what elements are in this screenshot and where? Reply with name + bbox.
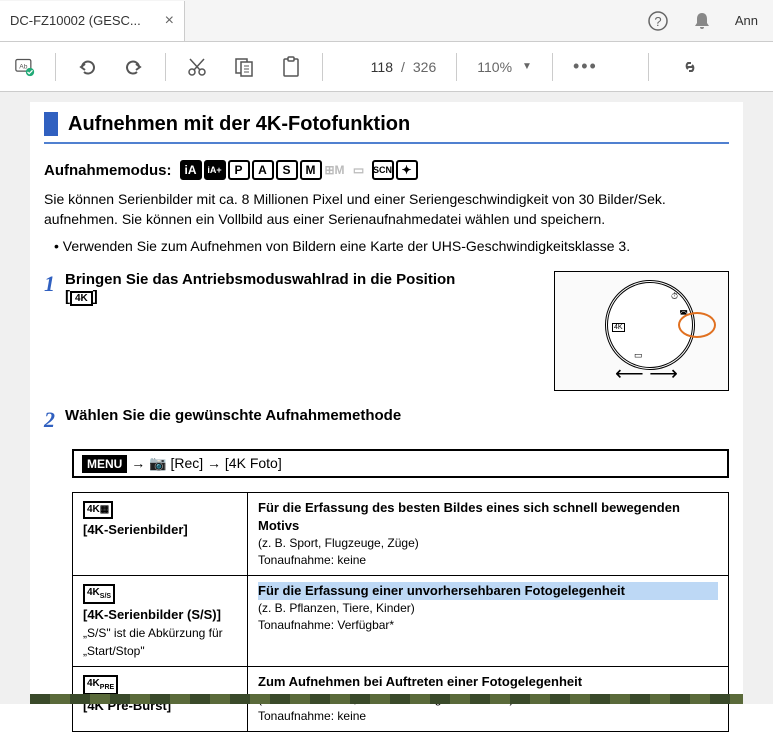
page-input[interactable] xyxy=(343,59,393,75)
mode-p: P xyxy=(228,160,250,180)
dial-illustration: ⏱ ◚ 4K ▭ ⟵ ⟶ xyxy=(554,271,729,391)
svg-text:?: ? xyxy=(654,14,661,29)
menu-rec: [Rec] xyxy=(170,455,203,471)
menu-button-label: MENU xyxy=(82,455,127,473)
undo-icon[interactable] xyxy=(76,56,98,78)
row2-example: (z. B. Pflanzen, Tiere, Kinder) xyxy=(258,600,718,617)
table-row: 4K▦ [4K-Serienbilder] Für die Erfassung … xyxy=(73,492,729,575)
clipboard-icon[interactable] xyxy=(280,56,302,78)
step-1-number: 1 xyxy=(44,271,55,391)
row3-audio: Tonaufnahme: keine xyxy=(258,708,718,725)
svg-text:Ab: Ab xyxy=(19,63,27,70)
row2-audio: Tonaufnahme: Verfügbar* xyxy=(258,617,718,634)
mode-a: A xyxy=(252,160,274,180)
mode-m: M xyxy=(300,160,322,180)
abc-check-icon[interactable]: Ab xyxy=(15,57,35,77)
chevron-down-icon: ▼ xyxy=(522,61,532,72)
mode-pano-icon: ▭ xyxy=(348,160,370,180)
redo-icon[interactable] xyxy=(123,56,145,78)
row1-bold: Für die Erfassung des besten Bildes eine… xyxy=(258,499,718,535)
footer-decoration xyxy=(30,694,743,704)
tab-bar: DC-FZ10002 (GESC... × ? Ann xyxy=(0,0,773,42)
signin-label[interactable]: Ann xyxy=(735,13,758,28)
page-content: Aufnehmen mit der 4K-Fotofunktion Aufnah… xyxy=(30,102,743,732)
step-2-number: 2 xyxy=(44,407,55,433)
page-navigation: / 326 xyxy=(343,59,436,75)
mode-ia-plus-icon: iA+ xyxy=(204,160,226,180)
menu-path: MENU → 📷 [Rec] → [4K Foto] xyxy=(72,449,729,478)
row2-bold-highlighted[interactable]: Für die Erfassung einer unvorhersehbaren… xyxy=(258,582,718,600)
row2-sub: „S/S" ist die Abkürzung für „Start/Stop" xyxy=(83,626,223,658)
menu-4kfoto: [4K Foto] xyxy=(225,455,282,471)
mode-movie-icon: ⊞M xyxy=(324,160,346,180)
toolbar: Ab / 326 110% ▼ ••• xyxy=(0,42,773,92)
row3-icon: 4KPRE xyxy=(83,675,118,695)
page-total: 326 xyxy=(413,59,436,75)
fourk-badge: 4K xyxy=(70,291,93,306)
document-tab[interactable]: DC-FZ10002 (GESC... × xyxy=(0,1,185,41)
note-text: • Verwenden Sie zum Aufnehmen von Bilder… xyxy=(54,237,729,257)
page-viewport: Aufnehmen mit der 4K-Fotofunktion Aufnah… xyxy=(0,92,773,704)
page-separator: / xyxy=(401,59,405,75)
tab-close-icon[interactable]: × xyxy=(165,12,174,30)
table-row: 4KS/S [4K-Serienbilder (S/S)] „S/S" ist … xyxy=(73,575,729,666)
mode-scn: SCN xyxy=(372,160,394,180)
copy-icon[interactable] xyxy=(233,56,255,78)
heading-accent xyxy=(44,112,58,136)
link-icon[interactable] xyxy=(679,56,701,78)
bell-icon[interactable] xyxy=(691,10,713,32)
mode-ia-icon: iA xyxy=(180,160,202,180)
row1-audio: Tonaufnahme: keine xyxy=(258,552,718,569)
row3-bold: Zum Aufnehmen bei Auftreten einer Fotoge… xyxy=(258,673,718,691)
row2-label: [4K-Serienbilder (S/S)] xyxy=(83,607,221,622)
row2-icon: 4KS/S xyxy=(83,584,115,604)
row1-example: (z. B. Sport, Flugzeuge, Züge) xyxy=(258,535,718,552)
help-icon[interactable]: ? xyxy=(647,10,669,32)
more-icon[interactable]: ••• xyxy=(573,56,598,77)
page-heading: Aufnehmen mit der 4K-Fotofunktion xyxy=(68,113,410,136)
cut-icon[interactable] xyxy=(186,56,208,78)
zoom-value: 110% xyxy=(477,59,512,75)
mode-icons: iA iA+ P A S M ⊞M ▭ SCN ✦ xyxy=(180,160,418,180)
row1-label: [4K-Serienbilder] xyxy=(83,522,188,537)
step-2-title: Wählen Sie die gewünschte Aufnahmemethod… xyxy=(65,407,729,424)
zoom-control[interactable]: 110% ▼ xyxy=(477,59,532,75)
mode-label: Aufnahmemodus: xyxy=(44,162,172,179)
intro-text: Sie können Serienbilder mit ca. 8 Millio… xyxy=(44,190,729,229)
tab-title: DC-FZ10002 (GESC... xyxy=(10,13,157,28)
mode-creative-icon: ✦ xyxy=(396,160,418,180)
mode-s: S xyxy=(276,160,298,180)
row1-icon: 4K▦ xyxy=(83,501,113,519)
step-1-title: Bringen Sie das Antriebsmoduswahlrad in … xyxy=(65,271,534,306)
